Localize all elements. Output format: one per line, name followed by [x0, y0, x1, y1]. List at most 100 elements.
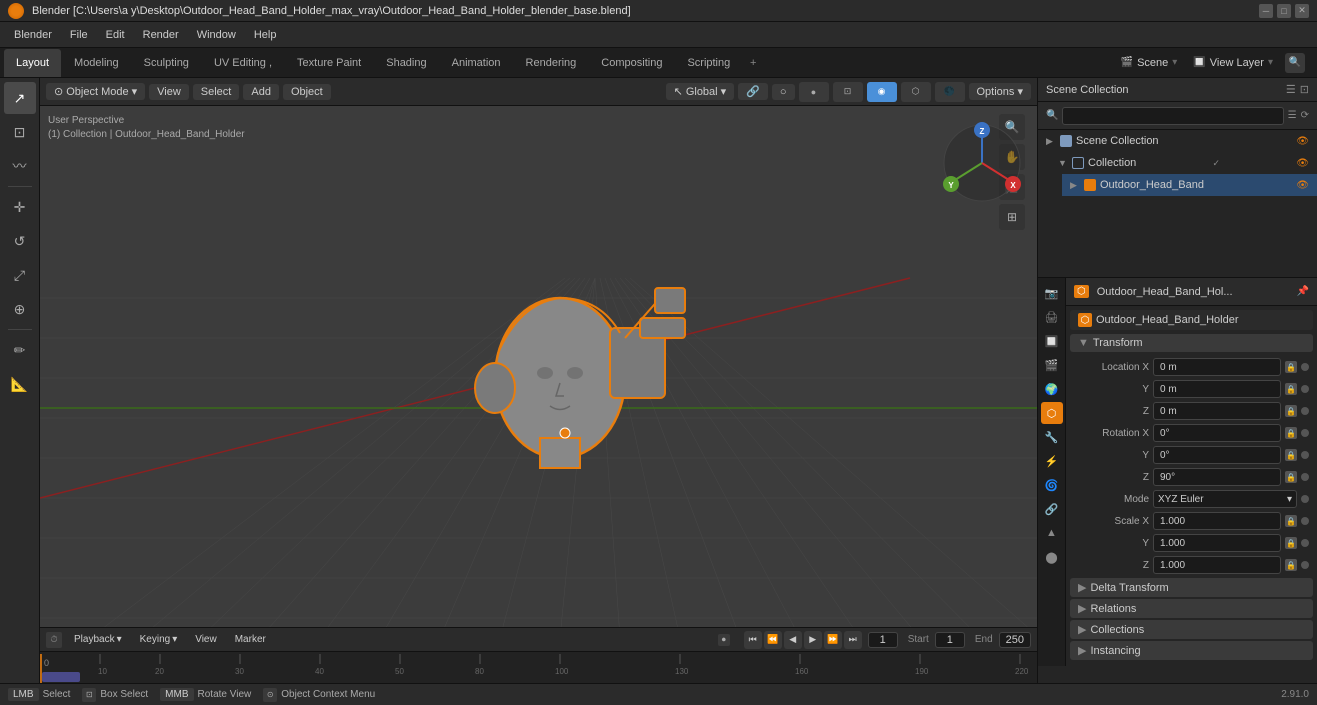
- view-menu-tl-button[interactable]: View: [189, 633, 223, 646]
- start-frame-input[interactable]: 1: [935, 632, 965, 648]
- view-menu-button[interactable]: View: [149, 84, 189, 100]
- scale-z-value[interactable]: 1.000: [1153, 556, 1281, 574]
- maximize-button[interactable]: □: [1277, 4, 1291, 18]
- prop-physics-icon[interactable]: 🌀: [1041, 474, 1063, 496]
- delta-transform-header[interactable]: ▶ Delta Transform: [1070, 578, 1313, 597]
- shading-material-button[interactable]: ⬡: [901, 82, 931, 102]
- 3d-scene[interactable]: User Perspective (1) Collection | Outdoo…: [40, 78, 1037, 627]
- object-visibility[interactable]: 👁: [1296, 180, 1309, 191]
- location-y-value[interactable]: 0 m: [1153, 380, 1281, 398]
- location-z-value[interactable]: 0 m: [1153, 402, 1281, 420]
- add-workspace-button[interactable]: +: [743, 57, 763, 69]
- outliner-options-button[interactable]: ⊡: [1300, 83, 1309, 96]
- tab-modeling[interactable]: Modeling: [62, 49, 131, 77]
- outliner-scene-collection[interactable]: ▶ Scene Collection 👁: [1038, 130, 1317, 152]
- scene-collection-visibility[interactable]: 👁: [1296, 136, 1309, 147]
- scale-z-key[interactable]: [1301, 561, 1309, 569]
- scale-y-value[interactable]: 1.000: [1153, 534, 1281, 552]
- scale-y-key[interactable]: [1301, 539, 1309, 547]
- annotate-button[interactable]: ✏: [4, 334, 36, 366]
- tab-scripting[interactable]: Scripting: [675, 49, 742, 77]
- view-layer-dropdown-icon[interactable]: ▾: [1268, 57, 1273, 68]
- scale-y-lock[interactable]: 🔒: [1285, 537, 1297, 549]
- prop-particles-icon[interactable]: ⚡: [1041, 450, 1063, 472]
- outliner-collection-item[interactable]: ▼ Collection ✓ 👁: [1050, 152, 1317, 174]
- scene-dropdown-icon[interactable]: ▾: [1172, 57, 1177, 68]
- shading-dot-button[interactable]: ●: [799, 82, 829, 102]
- menu-window[interactable]: Window: [189, 27, 244, 43]
- lasso-select-button[interactable]: 〰: [4, 150, 36, 182]
- collections-header[interactable]: ▶ Collections: [1070, 620, 1313, 639]
- play-reverse-button[interactable]: ◀: [784, 631, 802, 649]
- prop-world-icon[interactable]: 🌍: [1041, 378, 1063, 400]
- prop-constraints-icon[interactable]: 🔗: [1041, 498, 1063, 520]
- scale-x-key[interactable]: [1301, 517, 1309, 525]
- tab-compositing[interactable]: Compositing: [589, 49, 674, 77]
- marker-menu-button[interactable]: Marker: [229, 633, 272, 646]
- prop-data-icon[interactable]: ▲: [1041, 522, 1063, 544]
- location-z-lock[interactable]: 🔒: [1285, 405, 1297, 417]
- location-y-key[interactable]: [1301, 385, 1309, 393]
- rotate-tool-button[interactable]: ↺: [4, 225, 36, 257]
- tab-shading[interactable]: Shading: [374, 49, 438, 77]
- scale-x-value[interactable]: 1.000: [1153, 512, 1281, 530]
- menu-render[interactable]: Render: [135, 27, 187, 43]
- minimize-button[interactable]: ─: [1259, 4, 1273, 18]
- rotation-y-value[interactable]: 0°: [1153, 446, 1281, 464]
- menu-edit[interactable]: Edit: [98, 27, 133, 43]
- frame-range-indicator[interactable]: [42, 672, 80, 682]
- tab-rendering[interactable]: Rendering: [514, 49, 589, 77]
- collection-check-icon[interactable]: ✓: [1213, 158, 1221, 169]
- end-frame-input[interactable]: 250: [999, 632, 1031, 648]
- rotation-x-value[interactable]: 0°: [1153, 424, 1281, 442]
- timeline-type-button[interactable]: ⏱: [46, 632, 62, 648]
- location-x-value[interactable]: 0 m: [1153, 358, 1281, 376]
- measure-button[interactable]: 📐: [4, 368, 36, 400]
- collection-visibility[interactable]: 👁: [1296, 158, 1309, 169]
- scale-z-lock[interactable]: 🔒: [1285, 559, 1297, 571]
- rotation-z-key[interactable]: [1301, 473, 1309, 481]
- menu-blender[interactable]: Blender: [6, 27, 60, 43]
- tab-layout[interactable]: Layout: [4, 49, 61, 77]
- transform-tool-button[interactable]: ⊕: [4, 293, 36, 325]
- tab-sculpting[interactable]: Sculpting: [132, 49, 201, 77]
- location-z-key[interactable]: [1301, 407, 1309, 415]
- location-x-lock[interactable]: 🔒: [1285, 361, 1297, 373]
- jump-start-button[interactable]: ⏮: [744, 631, 762, 649]
- transform-mode-button[interactable]: ↖ Global ▾: [666, 83, 735, 100]
- rotation-mode-key[interactable]: [1301, 495, 1309, 503]
- rotation-z-lock[interactable]: 🔒: [1285, 471, 1297, 483]
- transform-section-header[interactable]: ▼ Transform: [1070, 334, 1313, 352]
- location-x-key[interactable]: [1301, 363, 1309, 371]
- rotation-y-lock[interactable]: 🔒: [1285, 449, 1297, 461]
- rotation-z-value[interactable]: 90°: [1153, 468, 1281, 486]
- shading-rendered-button[interactable]: 🌑: [935, 82, 965, 102]
- outliner-search-input[interactable]: [1062, 107, 1283, 125]
- pin-icon[interactable]: 📌: [1297, 286, 1309, 297]
- location-y-lock[interactable]: 🔒: [1285, 383, 1297, 395]
- filter-button[interactable]: 🔍: [1285, 53, 1305, 73]
- object-mode-button[interactable]: ⊙ Object Mode ▾: [46, 83, 145, 100]
- prop-material-icon[interactable]: ⬤: [1041, 546, 1063, 568]
- prop-object-icon[interactable]: ⬡: [1041, 402, 1063, 424]
- proportional-button[interactable]: ○: [772, 84, 795, 100]
- snap-button[interactable]: 🔗: [738, 83, 768, 100]
- outliner-filter-toggle[interactable]: ☰: [1288, 110, 1297, 121]
- close-button[interactable]: ✕: [1295, 4, 1309, 18]
- options-button[interactable]: Options ▾: [969, 83, 1032, 100]
- menu-help[interactable]: Help: [246, 27, 285, 43]
- play-button[interactable]: ▶: [804, 631, 822, 649]
- scale-x-lock[interactable]: 🔒: [1285, 515, 1297, 527]
- rotation-x-lock[interactable]: 🔒: [1285, 427, 1297, 439]
- prop-view-layer-icon[interactable]: 🔲: [1041, 330, 1063, 352]
- select-menu-button[interactable]: Select: [193, 84, 240, 100]
- relations-header[interactable]: ▶ Relations: [1070, 599, 1313, 618]
- tab-animation[interactable]: Animation: [440, 49, 513, 77]
- keying-menu-button[interactable]: Keying ▾: [134, 633, 184, 646]
- tab-uv-editing[interactable]: UV Editing ,: [202, 49, 284, 77]
- move-tool-button[interactable]: ✛: [4, 191, 36, 223]
- scale-tool-button[interactable]: ⤢: [4, 259, 36, 291]
- select-tool-button[interactable]: ↗: [4, 82, 36, 114]
- timeline-content[interactable]: 0 10 20 30 40 50: [40, 652, 1037, 683]
- rotation-y-key[interactable]: [1301, 451, 1309, 459]
